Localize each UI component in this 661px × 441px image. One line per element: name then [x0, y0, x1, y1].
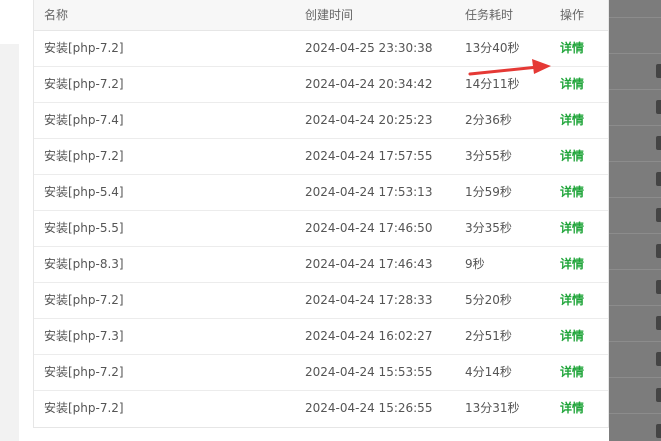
red-arrow-icon: [468, 59, 551, 76]
